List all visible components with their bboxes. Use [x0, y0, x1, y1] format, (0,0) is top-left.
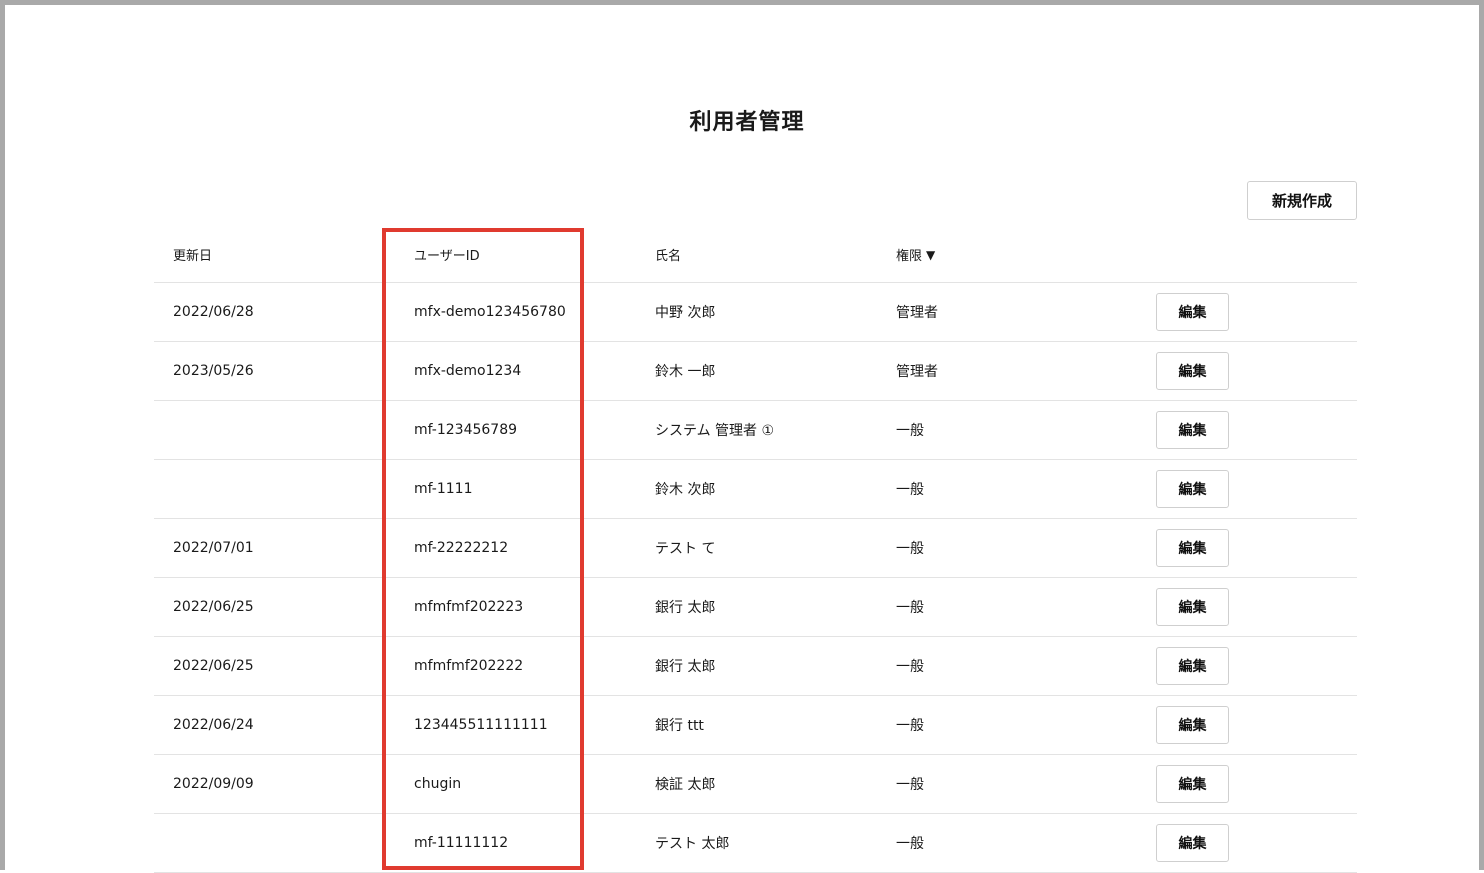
edit-button[interactable]: 編集 [1156, 647, 1229, 685]
header-user-id: ユーザーID [414, 249, 480, 264]
cell-updated-date: 2022/06/28 [173, 304, 254, 320]
cell-role: 一般 [896, 836, 924, 852]
edit-button[interactable]: 編集 [1156, 588, 1229, 626]
cell-name: 鈴木 一郎 [655, 364, 716, 380]
table-body: 2022/06/28 mfx-demo123456780 中野 次郎 管理者 編集 202… [154, 283, 1357, 873]
cell-role: 一般 [896, 600, 924, 616]
edit-button[interactable]: 編集 [1156, 470, 1229, 508]
table-row: 2022/06/24 123445511111111 銀行 ttt 一般 編集 [154, 696, 1357, 755]
cell-updated-date: 2022/09/09 [173, 776, 254, 792]
edit-button[interactable]: 編集 [1156, 765, 1229, 803]
header-updated-date: 更新日 [173, 249, 213, 264]
cell-user-id: chugin [414, 776, 462, 792]
edit-button[interactable]: 編集 [1156, 352, 1229, 390]
cell-actions: 編集 [1156, 696, 1229, 754]
header-role-label: 権限 [896, 249, 923, 264]
table-row: mf-11111112 テスト 太郎 一般 編集 [154, 814, 1357, 873]
table-header: 更新日 ユーザーID 氏名 権限 ▼ [154, 223, 1357, 283]
cell-user-id: mf-1111 [414, 481, 473, 497]
cell-actions: 編集 [1156, 401, 1229, 459]
cell-actions: 編集 [1156, 460, 1229, 518]
table-row: 2022/07/01 mf-22222212 テスト て 一般 編集 [154, 519, 1357, 578]
cell-updated-date: 2022/07/01 [173, 540, 254, 556]
table-row: 2022/06/25 mfmfmf202222 銀行 太郎 一般 編集 [154, 637, 1357, 696]
table-row: mf-123456789 システム 管理者 ① 一般 編集 [154, 401, 1357, 460]
cell-actions: 編集 [1156, 814, 1229, 872]
app-window: 利用者管理 新規作成 更新日 ユーザーID 氏名 権限 ▼ 2022/06/28… [0, 0, 1484, 873]
cell-name: 銀行 太郎 [655, 659, 716, 675]
cell-user-id: mf-123456789 [414, 422, 518, 438]
sort-down-icon[interactable]: ▼ [926, 248, 935, 262]
edit-button[interactable]: 編集 [1156, 293, 1229, 331]
edit-button[interactable]: 編集 [1156, 824, 1229, 862]
cell-name: 検証 太郎 [655, 777, 716, 793]
cell-role: 一般 [896, 423, 924, 439]
table-row: mf-1111 鈴木 次郎 一般 編集 [154, 460, 1357, 519]
table-row: 2022/06/28 mfx-demo123456780 中野 次郎 管理者 編集 [154, 283, 1357, 342]
cell-actions: 編集 [1156, 342, 1229, 400]
cell-user-id: mfx-demo1234 [414, 363, 522, 379]
cell-actions: 編集 [1156, 519, 1229, 577]
page-title: 利用者管理 [689, 110, 805, 135]
cell-role: 管理者 [896, 364, 938, 380]
cell-user-id: mfmfmf202222 [414, 658, 524, 674]
cell-role: 一般 [896, 541, 924, 557]
cell-user-id: 123445511111111 [414, 717, 548, 733]
cell-user-id: mf-22222212 [414, 540, 509, 556]
cell-role: 管理者 [896, 305, 938, 321]
cell-role: 一般 [896, 659, 924, 675]
cell-name: テスト 太郎 [655, 836, 730, 852]
cell-actions: 編集 [1156, 637, 1229, 695]
cell-name: 銀行 太郎 [655, 600, 716, 616]
cell-user-id: mfx-demo123456780 [414, 304, 566, 320]
cell-actions: 編集 [1156, 283, 1229, 341]
cell-role: 一般 [896, 482, 924, 498]
edit-button[interactable]: 編集 [1156, 411, 1229, 449]
cell-name: 中野 次郎 [655, 305, 716, 321]
table-row: 2022/06/25 mfmfmf202223 銀行 太郎 一般 編集 [154, 578, 1357, 637]
cell-updated-date: 2022/06/25 [173, 658, 254, 674]
cell-user-id: mf-11111112 [414, 835, 509, 851]
table-row: 2022/09/09 chugin 検証 太郎 一般 編集 [154, 755, 1357, 814]
cell-user-id: mfmfmf202223 [414, 599, 524, 615]
cell-name: システム 管理者 ① [655, 423, 775, 439]
edit-button[interactable]: 編集 [1156, 706, 1229, 744]
header-name: 氏名 [655, 249, 682, 264]
cell-role: 一般 [896, 777, 924, 793]
table-row: 2023/05/26 mfx-demo1234 鈴木 一郎 管理者 編集 [154, 342, 1357, 401]
user-table: 更新日 ユーザーID 氏名 権限 ▼ 2022/06/28 mfx-demo123… [154, 223, 1357, 873]
header-role[interactable]: 権限 ▼ [896, 223, 935, 282]
cell-name: テスト て [655, 541, 716, 557]
cell-actions: 編集 [1156, 578, 1229, 636]
cell-actions: 編集 [1156, 755, 1229, 813]
cell-updated-date: 2023/05/26 [173, 363, 254, 379]
cell-updated-date: 2022/06/24 [173, 717, 254, 733]
cell-updated-date: 2022/06/25 [173, 599, 254, 615]
cell-role: 一般 [896, 718, 924, 734]
cell-name: 銀行 ttt [655, 718, 704, 734]
create-new-button[interactable]: 新規作成 [1247, 181, 1357, 220]
edit-button[interactable]: 編集 [1156, 529, 1229, 567]
cell-name: 鈴木 次郎 [655, 482, 716, 498]
